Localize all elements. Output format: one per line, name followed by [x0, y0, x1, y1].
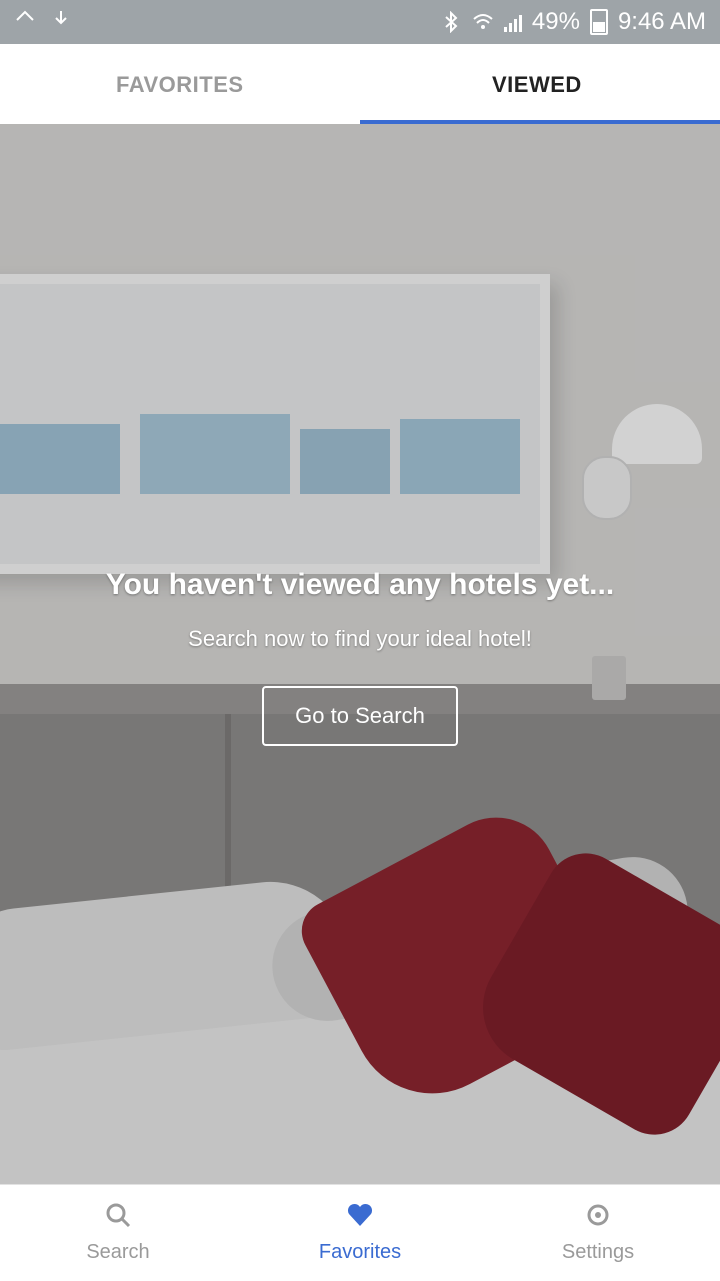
gear-icon: [587, 1204, 609, 1226]
notification-icon: [16, 10, 34, 21]
status-bar: 49% 9:46 AM: [0, 0, 720, 44]
empty-state-subtitle: Search now to find your ideal hotel!: [188, 626, 532, 651]
tab-favorites[interactable]: FAVORITES: [116, 72, 244, 98]
nav-item-settings[interactable]: Settings: [528, 1185, 668, 1281]
signal-icon: [503, 12, 522, 32]
nav-label-settings: Settings: [561, 1241, 635, 1263]
nav-label-search: Search: [86, 1241, 150, 1263]
clock: 9:46 AM: [617, 8, 706, 35]
search-icon: [106, 1203, 131, 1228]
tab-viewed[interactable]: VIEWED: [492, 72, 582, 98]
heart-icon: [347, 1203, 373, 1226]
dim-overlay: [0, 124, 720, 1184]
battery-percent: 49%: [531, 8, 580, 35]
download-icon: [55, 11, 67, 25]
wifi-icon: [473, 14, 493, 29]
battery-icon: [589, 9, 608, 35]
empty-state-title: You haven't viewed any hotels yet...: [105, 568, 615, 601]
status-left-icons: [14, 8, 72, 30]
bottom-nav: Search Favorites Settings: [0, 1184, 720, 1281]
nav-label-favorites: Favorites: [318, 1241, 402, 1263]
bluetooth-icon: [445, 11, 458, 33]
top-tabs: FAVORITES VIEWED: [0, 44, 720, 124]
background-image: [0, 124, 720, 1184]
nav-item-favorites[interactable]: Favorites: [290, 1185, 430, 1281]
go-to-search-button[interactable]: Go to Search: [262, 686, 458, 746]
nav-item-search[interactable]: Search: [48, 1185, 188, 1281]
